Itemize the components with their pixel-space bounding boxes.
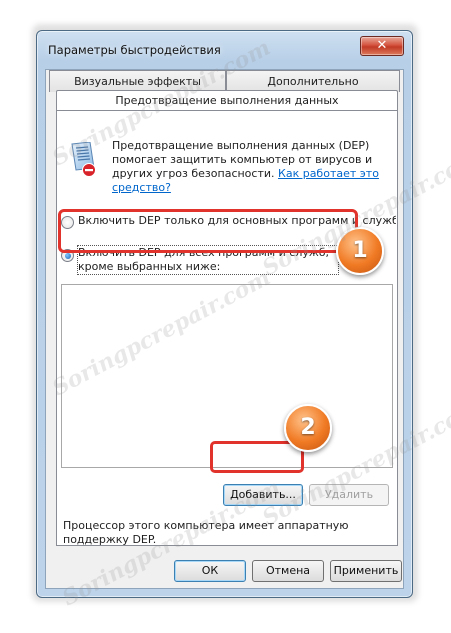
hardware-support-text: Процессор этого компьютера имеет аппарат…	[63, 519, 349, 546]
cancel-button[interactable]: Отмена	[252, 560, 324, 582]
tab-advanced[interactable]: Дополнительно	[226, 70, 400, 92]
remove-button[interactable]: Удалить	[309, 484, 389, 506]
window-title: Параметры быстродействия	[48, 43, 221, 57]
performance-options-dialog: Параметры быстродействия ✕ Визуальные эф…	[36, 30, 413, 598]
highlight-frame-radio	[58, 209, 358, 253]
close-button[interactable]: ✕	[360, 36, 404, 56]
dep-shield-icon	[71, 142, 96, 177]
close-icon: ✕	[376, 38, 388, 53]
step-badge-1: 1	[336, 227, 384, 275]
highlight-frame-add-button	[210, 441, 304, 473]
dialog-client-area: Визуальные эффекты Дополнительно Предотв…	[45, 69, 404, 589]
step-badge-2: 2	[284, 404, 332, 452]
title-bar[interactable]: Параметры быстродействия ✕	[37, 31, 412, 61]
tab-dep[interactable]: Предотвращение выполнения данных	[56, 90, 398, 112]
dep-description: Предотвращение выполнения данных (DEP) п…	[112, 139, 382, 195]
add-button[interactable]: Добавить...	[223, 484, 303, 506]
apply-button[interactable]: Применить	[330, 560, 402, 582]
ok-button[interactable]: ОК	[174, 560, 246, 582]
tab-visual-effects[interactable]: Визуальные эффекты	[49, 70, 226, 92]
dep-panel: Предотвращение выполнения данных (DEP) п…	[56, 110, 398, 546]
